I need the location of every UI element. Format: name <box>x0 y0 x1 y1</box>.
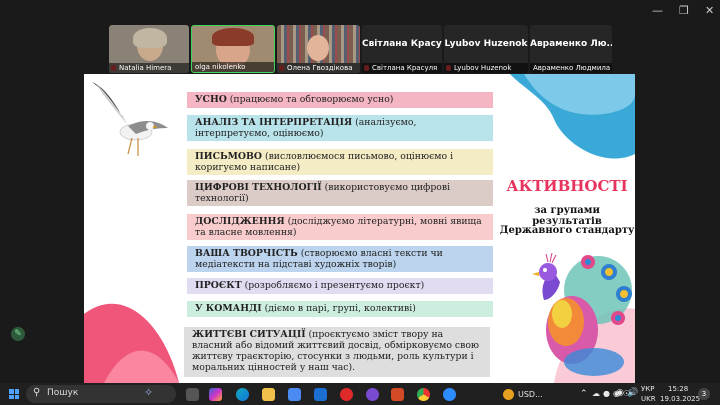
activity-head: ЦИФРОВІ ТЕХНОЛОГІЇ <box>195 182 322 193</box>
keyboard-lang-2[interactable]: UKR <box>641 395 656 403</box>
chrome-icon[interactable] <box>417 388 430 401</box>
edge-icon[interactable] <box>236 388 249 401</box>
activity-item-5: ДОСЛІДЖЕННЯ (досліджуємо літературні, мо… <box>187 214 493 240</box>
wifi-icon[interactable]: ◉ <box>616 388 624 398</box>
participant-display-name: Lyubov Huzenok <box>444 39 528 49</box>
activity-head: АНАЛІЗ ТА ІНТЕРПРЕТАЦІЯ <box>195 117 353 128</box>
activity-item-9: ЖИТТЄВІ СИТУАЦІЇ (проєктуємо зміст твору… <box>184 327 490 377</box>
participant-video <box>307 35 329 61</box>
activity-head: ЖИТТЄВІ СИТУАЦІЇ <box>192 329 306 340</box>
activity-item-4: ЦИФРОВІ ТЕХНОЛОГІЇ (використовуємо цифро… <box>187 180 493 206</box>
activity-item-1: УСНО (працюємо та обговорюємо усно) <box>187 92 493 108</box>
activity-body: (працюємо та обговорюємо усно) <box>226 94 394 105</box>
activity-item-6: ВАША ТВОРЧІСТЬ (створюємо власні тексти … <box>187 246 493 272</box>
participant-hair <box>133 28 167 48</box>
outlook-icon[interactable] <box>314 388 327 401</box>
notification-bell-icon[interactable]: 3 <box>698 388 710 400</box>
store-icon[interactable] <box>288 388 301 401</box>
activity-item-8: У КОМАНДІ (діємо в парі, групі, колектив… <box>187 301 493 317</box>
activity-body: (діємо в парі, групі, колективі) <box>261 303 416 314</box>
participant-tile-5[interactable]: Lyubov Huzenok Lyubov Huzenok <box>444 25 528 73</box>
ppt-icon[interactable] <box>391 388 404 401</box>
clock-time[interactable]: 15:28 <box>668 385 688 393</box>
participant-tile-2-active[interactable]: olga nikolenko <box>191 25 275 73</box>
activity-item-7: ПРОЄКТ (розробляємо і презентуємо проєкт… <box>187 278 493 294</box>
participant-name: Світлана Красуля <box>362 63 442 73</box>
participant-hair <box>212 28 254 46</box>
participant-display-name: Авраменко Лю... <box>530 39 612 49</box>
clock-date[interactable]: 19.03.2025 <box>660 395 700 403</box>
activity-head: ПИСЬМОВО <box>195 151 262 162</box>
participant-tile-3[interactable]: Олена Гвоздікова <box>277 25 360 73</box>
copilot-icon[interactable] <box>209 388 222 401</box>
activity-item-3: ПИСЬМОВО (висловлюємося письмово, оцінює… <box>187 149 493 175</box>
file-explorer-icon[interactable] <box>262 388 275 401</box>
start-windows-icon[interactable] <box>9 389 19 399</box>
search-highlight-seagull-icon: ✧ <box>144 386 154 399</box>
notification-count: 3 <box>701 390 707 398</box>
search-placeholder: Пошук <box>47 388 79 398</box>
taskbar-search-box[interactable]: ⚲ Пошук ✧ <box>26 385 176 403</box>
slide-subtitle-2: Державного стандарту <box>499 225 635 236</box>
viber-icon[interactable] <box>366 388 379 401</box>
shared-slide: УСНО (працюємо та обговорюємо усно) АНАЛ… <box>84 74 635 383</box>
search-icon: ⚲ <box>33 387 41 398</box>
currency-widget-label[interactable]: USD... <box>518 390 543 399</box>
peacock-image <box>532 252 632 376</box>
activity-head: У КОМАНДІ <box>195 303 262 314</box>
maximize-button[interactable]: ❐ <box>679 4 689 18</box>
seagull-image <box>92 82 168 156</box>
activity-head: ДОСЛІДЖЕННЯ <box>195 216 285 227</box>
activity-item-2: АНАЛІЗ ТА ІНТЕРПРЕТАЦІЯ (аналізуємо, інт… <box>187 115 493 141</box>
volume-icon[interactable]: 🔊 <box>627 388 638 398</box>
slide-subtitle-1: за групами результатів <box>532 205 602 227</box>
participant-name: Lyubov Huzenok <box>444 63 528 73</box>
activity-body: (розробляємо і презентуємо проєкт) <box>241 280 425 291</box>
participant-tile-6[interactable]: Авраменко Лю... Авраменко Людмила <box>530 25 612 73</box>
currency-widget-icon[interactable] <box>503 389 514 400</box>
keyboard-lang-1[interactable]: УКР <box>641 385 654 393</box>
participant-name: Авраменко Людмила <box>530 63 612 73</box>
activity-head: ВАША ТВОРЧІСТЬ <box>195 248 298 259</box>
minimize-button[interactable]: — <box>652 4 663 18</box>
opera-icon[interactable] <box>340 388 353 401</box>
participant-tile-1[interactable]: Natalia Himera <box>109 25 189 73</box>
participant-name: olga nikolenko <box>192 62 274 72</box>
participant-name: Natalia Himera <box>109 63 189 73</box>
close-button[interactable]: ✕ <box>705 4 714 18</box>
annotate-pencil-icon[interactable]: ✎ <box>11 327 25 341</box>
zoom-icon[interactable] <box>443 388 456 401</box>
participant-name: Олена Гвоздікова <box>277 63 360 73</box>
show-hidden-icons-icon[interactable]: ⌃ <box>580 389 588 399</box>
activity-head: УСНО <box>195 94 227 105</box>
participant-tile-4[interactable]: Світлана Красуля Світлана Красуля <box>362 25 442 73</box>
activity-head: ПРОЄКТ <box>195 280 242 291</box>
slide-title: АКТИВНОСТІ <box>506 177 628 195</box>
task-view-icon[interactable] <box>186 388 199 401</box>
participant-display-name: Світлана Красуля <box>362 39 442 49</box>
